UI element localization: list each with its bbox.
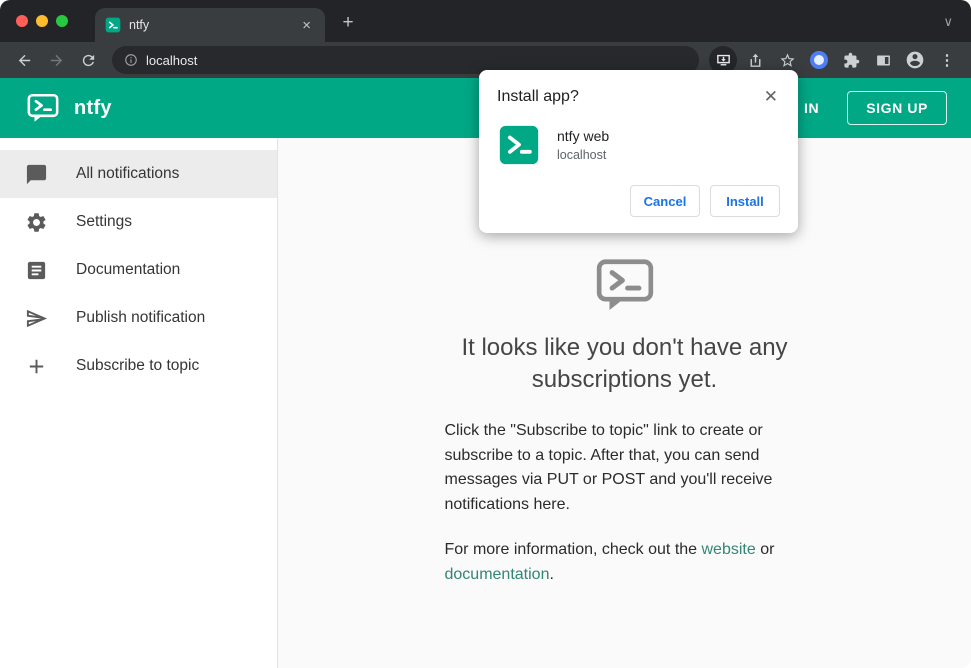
install-popup-app-texts: ntfy web localhost — [557, 128, 609, 162]
more-info-or-text: or — [755, 540, 775, 558]
more-info-period: . — [549, 565, 554, 583]
browser-menu-button[interactable]: ⋮ — [933, 46, 961, 74]
empty-state-links-paragraph: For more information, check out the webs… — [445, 538, 805, 588]
cancel-button[interactable]: Cancel — [630, 185, 700, 217]
empty-state: It looks like you don't have any subscri… — [445, 254, 805, 588]
minimize-window-button[interactable] — [36, 15, 48, 27]
sidebar-item-settings[interactable]: Settings — [0, 198, 277, 246]
ntfy-app-icon — [499, 125, 539, 165]
install-popup-actions: Cancel Install — [497, 185, 780, 217]
install-popup-title: Install app? — [497, 88, 579, 105]
install-popup-close-icon[interactable]: ✕ — [762, 86, 780, 107]
profile-avatar[interactable] — [901, 46, 929, 74]
url-text: localhost — [146, 52, 198, 68]
book-icon — [25, 259, 48, 282]
tab-title: ntfy — [129, 18, 150, 32]
sidebar-item-label: All notifications — [76, 165, 180, 182]
sidebar-item-subscribe-to-topic[interactable]: Subscribe to topic — [0, 342, 277, 390]
sidebar-item-documentation[interactable]: Documentation — [0, 246, 277, 294]
ntfy-logo-icon — [26, 91, 60, 125]
puzzle-icon — [843, 52, 859, 68]
side-panel-button[interactable] — [869, 46, 897, 74]
browser-tab-ntfy[interactable]: ntfy × — [95, 8, 325, 42]
close-window-button[interactable] — [16, 15, 28, 27]
maximize-window-button[interactable] — [56, 15, 68, 27]
new-tab-button[interactable]: + — [335, 9, 361, 35]
sidebar-item-label: Publish notification — [76, 309, 206, 326]
reload-button[interactable] — [74, 46, 102, 74]
empty-state-heading: It looks like you don't have any subscri… — [461, 334, 788, 394]
window-controls — [16, 15, 68, 27]
tab-strip: ntfy × + ∨ — [0, 0, 971, 42]
install-button[interactable]: Install — [710, 185, 780, 217]
forward-button[interactable] — [42, 46, 70, 74]
side-panel-icon — [876, 55, 890, 65]
install-popup-app-row: ntfy web localhost — [499, 125, 780, 165]
person-icon — [906, 51, 924, 69]
gear-icon — [25, 211, 48, 234]
plus-icon — [25, 355, 48, 378]
share-icon — [750, 53, 760, 67]
chat-bubble-icon — [25, 163, 48, 186]
website-link[interactable]: website — [702, 541, 756, 558]
sidebar: All notifications Settings Documentation… — [0, 138, 278, 668]
send-icon — [25, 307, 48, 330]
site-info-icon[interactable] — [124, 53, 138, 67]
tab-favicon-ntfy-icon — [105, 17, 121, 33]
empty-state-paragraph: Click the "Subscribe to topic" link to c… — [444, 421, 773, 514]
install-popup-app-name: ntfy web — [557, 128, 610, 144]
sidebar-item-label: Settings — [76, 213, 133, 230]
kebab-menu-icon: ⋮ — [939, 52, 955, 69]
sidebar-item-label: Documentation — [76, 261, 181, 278]
more-info-text: For more information, check out the — [444, 540, 702, 558]
brand-title: ntfy — [74, 96, 112, 119]
back-arrow-icon — [18, 54, 30, 66]
install-popup-app-origin: localhost — [557, 148, 607, 162]
extension-badge-icon[interactable] — [810, 51, 828, 69]
install-app-popup: Install app? ✕ ntfy web localhost Cancel… — [479, 70, 798, 233]
sign-up-button[interactable]: SIGN UP — [847, 91, 947, 125]
back-button[interactable] — [10, 46, 38, 74]
sidebar-item-all-notifications[interactable]: All notifications — [0, 150, 277, 198]
star-icon — [779, 52, 795, 67]
extensions-button[interactable] — [837, 46, 865, 74]
sidebar-item-publish-notification[interactable]: Publish notification — [0, 294, 277, 342]
browser-window: ntfy × + ∨ localhost ⋮ ntfy IN SIGN UP A… — [0, 0, 971, 668]
tab-search-chevron-icon[interactable]: ∨ — [943, 14, 953, 30]
reload-icon — [82, 54, 94, 66]
install-popup-header: Install app? ✕ — [497, 86, 780, 107]
sidebar-item-label: Subscribe to topic — [76, 357, 200, 374]
forward-arrow-icon — [50, 54, 62, 66]
documentation-link[interactable]: documentation — [445, 566, 550, 583]
tab-close-icon[interactable]: × — [298, 16, 315, 35]
ntfy-empty-logo-icon — [445, 254, 805, 316]
install-app-icon — [716, 54, 730, 65]
